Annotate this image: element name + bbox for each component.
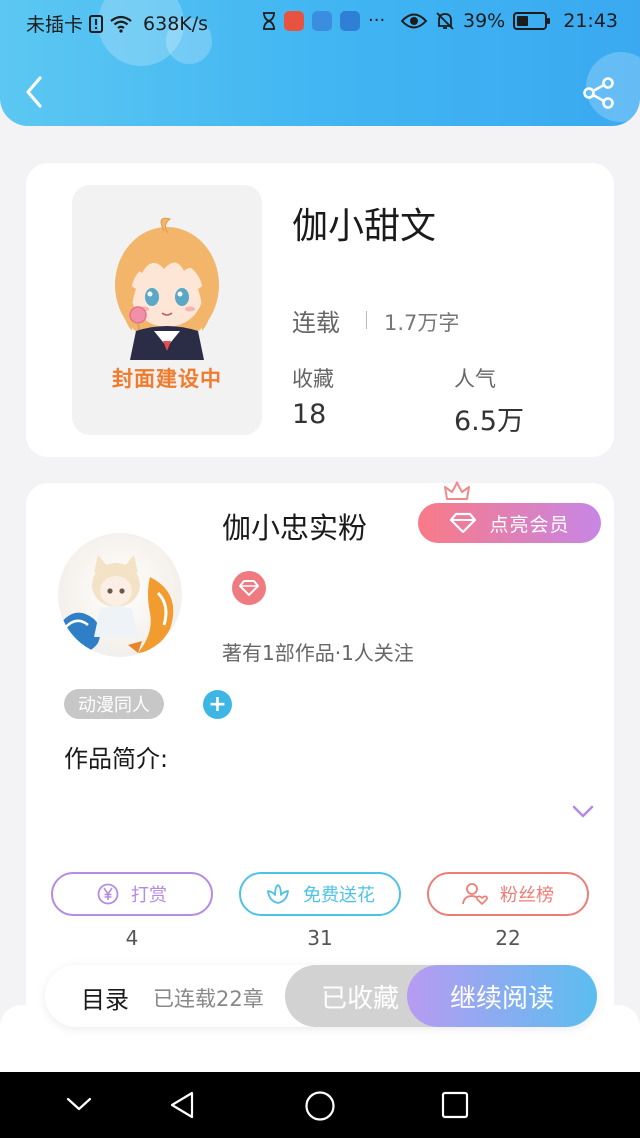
cover-illustration xyxy=(115,217,219,360)
send-flower-button[interactable]: 免费送花 xyxy=(239,872,401,916)
popularity-count: 6.5万 xyxy=(454,406,524,437)
tip-button[interactable]: 打赏 xyxy=(51,872,213,916)
shopping-app-icon xyxy=(284,10,304,31)
hourglass-icon xyxy=(263,11,275,30)
chapter-count[interactable]: 已连载22章 xyxy=(153,983,264,1013)
flower-count: 31 xyxy=(307,926,333,950)
weather-app-icon xyxy=(340,10,360,31)
more-notifications-icon: ··· xyxy=(368,10,386,31)
book-cover[interactable]: 封面建设中 xyxy=(72,185,262,435)
synopsis-label: 作品简介: xyxy=(64,745,169,773)
nav-back-icon[interactable] xyxy=(168,1090,196,1120)
wifi-icon xyxy=(110,15,132,33)
word-count: 1.7万字 xyxy=(384,311,460,335)
share-icon[interactable] xyxy=(582,76,616,110)
fan-count: 22 xyxy=(495,926,521,950)
bottom-action-bar: 目录 已连载22章 已收藏 继续阅读 xyxy=(45,965,597,1027)
system-navigation-bar xyxy=(0,1072,640,1138)
back-arrow-icon[interactable] xyxy=(20,74,50,110)
tip-count: 4 xyxy=(125,926,139,950)
mute-bell-icon xyxy=(436,12,454,30)
nav-home-icon[interactable] xyxy=(304,1090,336,1122)
status-bar: 未插卡 638K/s ··· 39% 21:43 xyxy=(0,0,640,44)
favorites-label: 收藏 xyxy=(292,367,334,391)
crown-icon xyxy=(444,481,470,500)
status-divider xyxy=(366,311,367,329)
battery-percent: 39% xyxy=(463,10,506,32)
continue-reading-button[interactable]: 继续阅读 xyxy=(407,965,597,1027)
network-speed: 638K/s xyxy=(143,12,209,35)
browser-app-icon xyxy=(312,10,332,31)
vip-button-label: 点亮会员 xyxy=(489,513,570,536)
fan-ranking-label: 粉丝榜 xyxy=(500,885,554,906)
favorites-count: 18 xyxy=(292,399,327,430)
app-header: 未插卡 638K/s ··· 39% 21:43 xyxy=(0,0,640,126)
genre-tag[interactable]: 动漫同人 xyxy=(64,689,164,719)
diamond-badge-icon xyxy=(239,580,259,596)
author-stats: 著有1部作品·1人关注 xyxy=(222,641,414,665)
tip-button-label: 打赏 xyxy=(131,885,167,906)
table-of-contents-button[interactable]: 目录 xyxy=(81,980,129,1015)
author-name[interactable]: 伽小忠实粉 xyxy=(222,505,367,547)
sim-alert-icon xyxy=(89,14,104,33)
clock: 21:43 xyxy=(563,10,618,32)
fan-ranking-button[interactable]: 粉丝榜 xyxy=(427,872,589,916)
send-flower-label: 免费送花 xyxy=(303,885,375,906)
flower-icon xyxy=(267,884,289,904)
chevron-down-icon[interactable] xyxy=(572,805,594,819)
author-avatar[interactable] xyxy=(58,533,182,657)
diamond-icon xyxy=(450,512,477,534)
nav-recents-icon[interactable] xyxy=(441,1091,469,1119)
activate-vip-button[interactable]: 点亮会员 xyxy=(418,503,601,543)
eye-icon xyxy=(401,13,427,29)
battery-icon xyxy=(513,12,551,30)
hide-nav-chevron-icon[interactable] xyxy=(66,1096,92,1112)
cover-placeholder-text: 封面建设中 xyxy=(112,367,222,391)
book-info-card: 封面建设中 伽小甜文 连载 1.7万字 收藏 18 人气 6.5万 xyxy=(26,163,614,457)
avatar-illustration xyxy=(58,555,174,653)
book-title: 伽小甜文 xyxy=(292,206,437,247)
add-tag-button[interactable]: + xyxy=(203,690,232,719)
vip-badge xyxy=(232,571,266,605)
serial-status: 连载 xyxy=(292,309,340,337)
yen-icon xyxy=(97,883,119,905)
fan-user-icon xyxy=(462,883,488,905)
popularity-label: 人气 xyxy=(454,367,496,391)
carrier-text: 未插卡 xyxy=(26,14,84,36)
